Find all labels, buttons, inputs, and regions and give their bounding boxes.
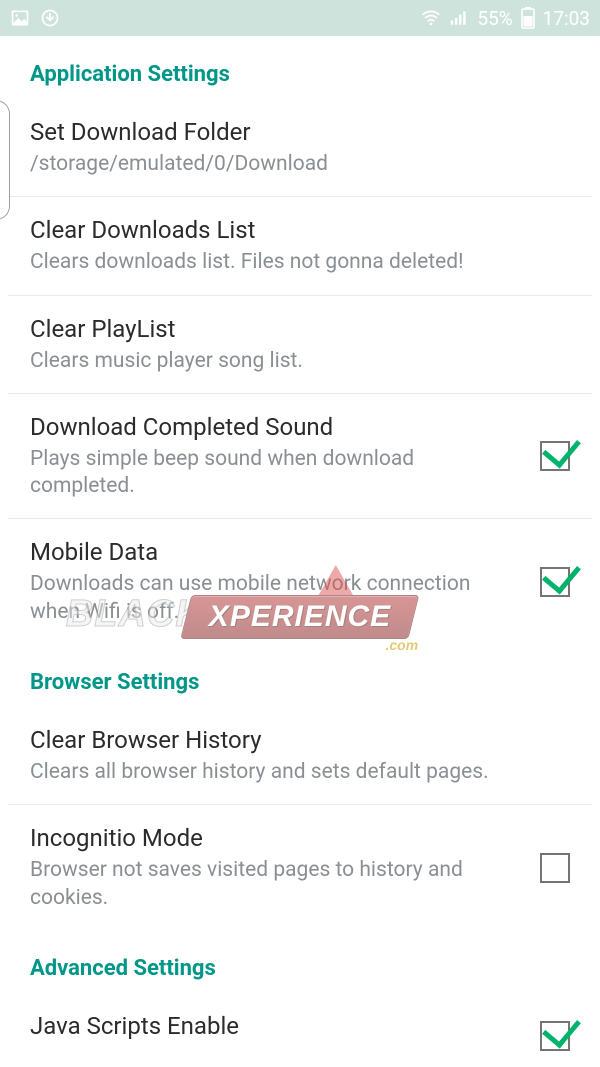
- setting-title: Clear Downloads List: [30, 215, 570, 245]
- setting-subtitle: Browser not saves visited pages to histo…: [30, 857, 520, 912]
- signal-icon: [449, 9, 469, 27]
- setting-clear-playlist[interactable]: Clear PlayList Clears music player song …: [0, 296, 600, 393]
- checkbox-mobile-data[interactable]: [540, 567, 570, 597]
- image-icon: [10, 8, 30, 28]
- setting-javascripts[interactable]: Java Scripts Enable: [0, 993, 600, 1051]
- section-header-advanced: Advanced Settings: [0, 930, 600, 993]
- setting-clear-history[interactable]: Clear Browser History Clears all browser…: [0, 707, 600, 804]
- setting-download-folder[interactable]: Set Download Folder /storage/emulated/0/…: [0, 99, 600, 196]
- status-bar: 55% 17:03: [0, 0, 600, 36]
- drawer-handle[interactable]: [0, 100, 10, 220]
- setting-subtitle: Clears downloads list. Files not gonna d…: [30, 249, 570, 276]
- setting-clear-downloads[interactable]: Clear Downloads List Clears downloads li…: [0, 197, 600, 294]
- setting-subtitle: Clears music player song list.: [30, 348, 570, 375]
- setting-subtitle: Clears all browser history and sets defa…: [30, 759, 570, 786]
- setting-title: Incognitio Mode: [30, 823, 520, 853]
- clock-text: 17:03: [543, 7, 590, 30]
- setting-title: Java Scripts Enable: [30, 1011, 520, 1041]
- checkbox-completed-sound[interactable]: [540, 441, 570, 471]
- setting-incognito[interactable]: Incognitio Mode Browser not saves visite…: [0, 805, 600, 930]
- checkbox-incognito[interactable]: [540, 853, 570, 883]
- setting-title: Mobile Data: [30, 537, 520, 567]
- setting-mobile-data[interactable]: Mobile Data Downloads can use mobile net…: [0, 519, 600, 644]
- battery-percent: 55%: [477, 7, 512, 30]
- checkbox-javascripts[interactable]: [540, 1021, 570, 1051]
- setting-title: Set Download Folder: [30, 117, 570, 147]
- setting-subtitle: Plays simple beep sound when download co…: [30, 446, 520, 501]
- section-header-application: Application Settings: [0, 36, 600, 99]
- setting-subtitle: Downloads can use mobile network connect…: [30, 571, 520, 626]
- setting-title: Clear PlayList: [30, 314, 570, 344]
- section-header-browser: Browser Settings: [0, 644, 600, 707]
- wifi-icon: [421, 9, 441, 27]
- setting-title: Clear Browser History: [30, 725, 570, 755]
- download-icon: [40, 8, 60, 28]
- setting-subtitle: /storage/emulated/0/Download: [30, 151, 570, 178]
- setting-title: Download Completed Sound: [30, 412, 520, 442]
- settings-list: Application Settings Set Download Folder…: [0, 36, 600, 1051]
- setting-completed-sound[interactable]: Download Completed Sound Plays simple be…: [0, 394, 600, 519]
- battery-icon: [521, 7, 535, 29]
